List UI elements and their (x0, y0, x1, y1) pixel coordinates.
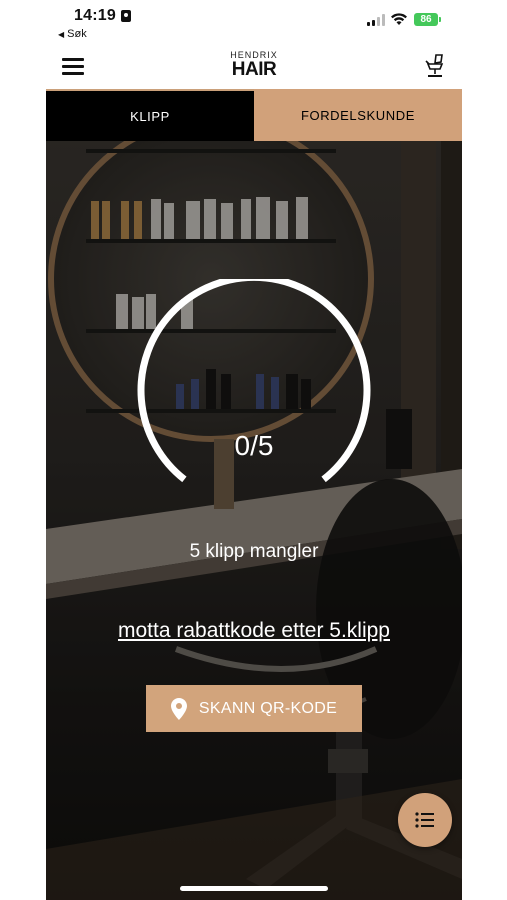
back-app-label: Søk (67, 28, 87, 40)
loyalty-screen: KLIPP FORDELSKUNDE 0/5 5 klipp mangler m… (46, 89, 462, 900)
brand-logo: HENDRIX HAIR (227, 51, 281, 80)
wifi-icon (391, 13, 407, 25)
progress-ring (137, 279, 371, 483)
list-menu-button[interactable] (398, 793, 452, 847)
tab-fordelskunde[interactable]: FORDELSKUNDE (254, 89, 462, 141)
tab-bar: KLIPP FORDELSKUNDE (46, 89, 462, 141)
logo-main-text: HAIR (231, 59, 277, 80)
back-triangle-icon: ◀ (58, 30, 65, 39)
status-bar: 14:19 ◀ Søk 86 (0, 0, 507, 44)
scan-qr-label: SKANN QR-KODE (198, 699, 338, 717)
orientation-lock-icon (121, 10, 131, 22)
scan-qr-button[interactable]: SKANN QR-KODE (146, 685, 362, 732)
remaining-visits-text: 5 klipp mangler (189, 541, 319, 562)
list-icon (415, 812, 434, 828)
home-indicator[interactable] (180, 886, 328, 891)
hamburger-menu-icon[interactable] (62, 58, 84, 76)
app-header: HENDRIX HAIR (46, 44, 462, 89)
status-time: 14:19 (74, 7, 116, 24)
cellular-signal-icon (367, 14, 385, 26)
tab-klipp[interactable]: KLIPP (46, 89, 254, 141)
back-to-app-link[interactable]: ◀ Søk (58, 28, 87, 40)
battery-indicator: 86 (414, 13, 441, 26)
discount-code-link[interactable]: motta rabattkode etter 5.klipp (46, 619, 462, 643)
location-pin-icon (170, 697, 187, 720)
progress-count: 0/5 (234, 430, 274, 461)
barber-chair-icon[interactable] (420, 52, 448, 80)
